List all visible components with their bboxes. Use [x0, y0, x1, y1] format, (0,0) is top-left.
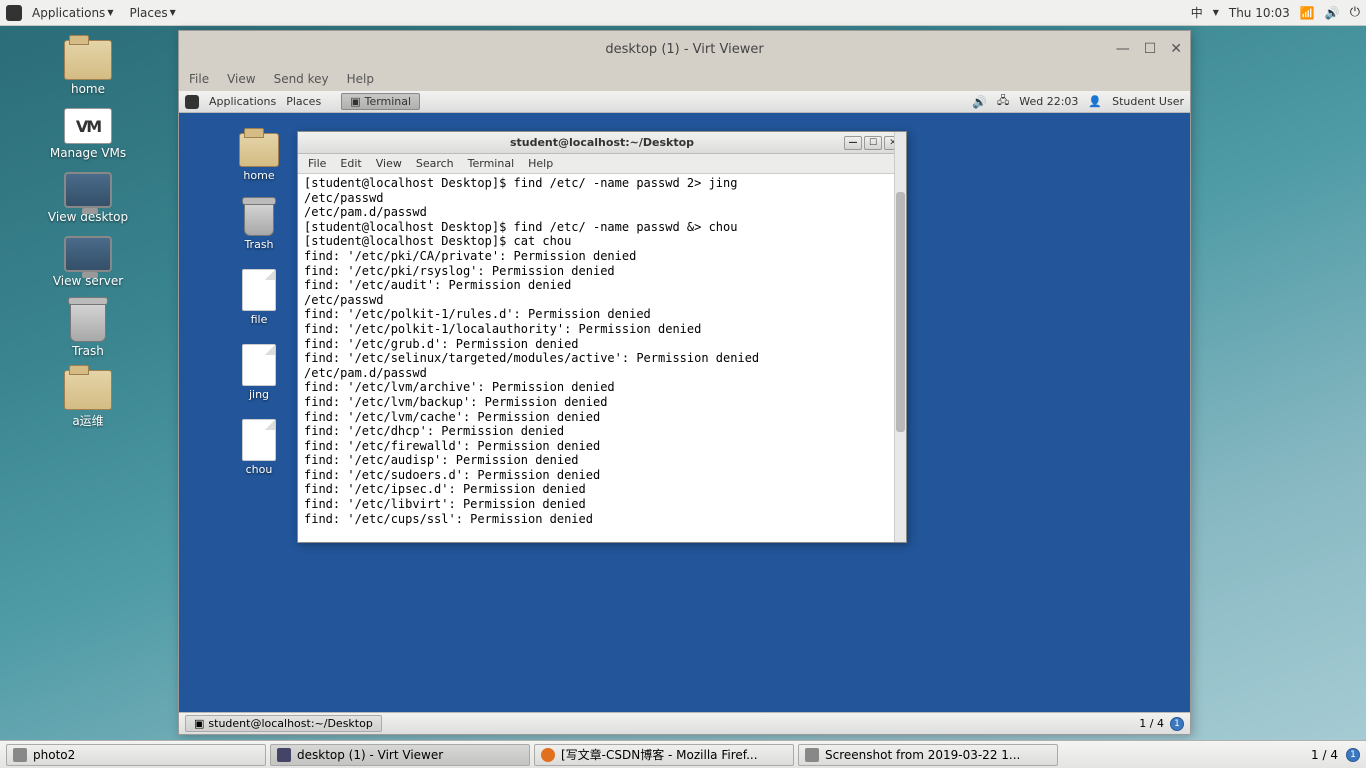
desktop-icon-manage-vms[interactable]: VMManage VMs — [40, 108, 136, 160]
terminal-title: student@localhost:~/Desktop — [510, 136, 694, 149]
terminal-titlebar[interactable]: student@localhost:~/Desktop — ☐ ✕ — [298, 132, 906, 154]
desktop-icon-trash[interactable]: Trash — [40, 300, 136, 358]
terminal-menu-help[interactable]: Help — [528, 157, 553, 170]
taskbar-firefox[interactable]: [写文章-CSDN博客 - Mozilla Firef... — [534, 744, 794, 766]
ime-indicator[interactable]: 中 — [1191, 4, 1203, 21]
monitor-icon — [277, 748, 291, 762]
menu-sendkey[interactable]: Send key — [274, 72, 329, 86]
terminal-icon: ▣ — [350, 95, 360, 108]
terminal-minimize-button[interactable]: — — [844, 136, 862, 150]
terminal-menu-view[interactable]: View — [376, 157, 402, 170]
applications-menu[interactable]: Applications ▼ — [26, 4, 119, 22]
inner-network-icon[interactable]: 🖧 — [997, 92, 1009, 111]
scrollbar-thumb[interactable] — [896, 192, 905, 432]
maximize-button[interactable]: ☐ — [1144, 41, 1157, 57]
inner-gnome-foot-icon — [185, 95, 199, 109]
inner-places-menu[interactable]: Places — [286, 95, 321, 108]
virt-viewer-window: desktop (1) - Virt Viewer — ☐ ✕ File Vie… — [178, 30, 1191, 735]
outer-top-bar: Applications ▼ Places ▼ 中▼ Thu 10:03 — [0, 0, 1366, 26]
desktop-icon-view-server[interactable]: View server — [40, 236, 136, 288]
terminal-icon: ▣ — [194, 717, 204, 730]
inner-clock[interactable]: Wed 22:03 — [1019, 95, 1078, 108]
virt-viewer-menubar: File View Send key Help — [179, 67, 1190, 91]
menu-view[interactable]: View — [227, 72, 255, 86]
inner-desktop-icon-home[interactable]: home — [227, 133, 291, 182]
desktop-icon-home[interactable]: home — [40, 40, 136, 96]
volume-icon[interactable] — [1325, 6, 1340, 20]
terminal-maximize-button[interactable]: ☐ — [864, 136, 882, 150]
inner-desktop-icon-jing[interactable]: jing — [227, 344, 291, 401]
inner-workspace-label: 1 / 4 — [1139, 717, 1164, 730]
inner-user-icon: 👤 — [1088, 95, 1102, 108]
menu-file[interactable]: File — [189, 72, 209, 86]
clock[interactable]: Thu 10:03 — [1229, 6, 1290, 20]
network-icon[interactable] — [1300, 6, 1315, 20]
inner-user-menu[interactable]: Student User — [1112, 95, 1184, 108]
terminal-menu-terminal[interactable]: Terminal — [468, 157, 515, 170]
terminal-menu-file[interactable]: File — [308, 157, 326, 170]
terminal-scrollbar[interactable] — [894, 132, 906, 542]
desktop-icon-ops-folder[interactable]: a运维 — [40, 370, 136, 429]
inner-desktop-icon-file[interactable]: file — [227, 269, 291, 326]
inner-desktop-icon-trash[interactable]: Trash — [227, 200, 291, 251]
image-icon — [805, 748, 819, 762]
menu-help[interactable]: Help — [347, 72, 374, 86]
outer-bottom-bar: photo2 desktop (1) - Virt Viewer [写文章-CS… — [0, 740, 1366, 768]
places-menu[interactable]: Places ▼ — [123, 4, 181, 22]
inner-workspace-switcher[interactable]: 1 — [1170, 717, 1184, 731]
inner-bottom-bar: ▣ student@localhost:~/Desktop 1 / 4 1 — [179, 712, 1190, 734]
minimize-button[interactable]: — — [1116, 41, 1130, 57]
image-viewer-icon — [13, 748, 27, 762]
outer-workspace-switcher[interactable]: 1 — [1346, 748, 1360, 762]
desktop-icon-view-desktop[interactable]: View desktop — [40, 172, 136, 224]
taskbar-screenshot[interactable]: Screenshot from 2019-03-22 1... — [798, 744, 1058, 766]
virt-viewer-titlebar[interactable]: desktop (1) - Virt Viewer — ☐ ✕ — [179, 31, 1190, 67]
taskbar-photo2[interactable]: photo2 — [6, 744, 266, 766]
terminal-menu-search[interactable]: Search — [416, 157, 454, 170]
inner-applications-menu[interactable]: Applications — [209, 95, 276, 108]
gnome-foot-icon — [6, 5, 22, 21]
terminal-window: student@localhost:~/Desktop — ☐ ✕ File E… — [297, 131, 907, 543]
inner-volume-icon[interactable] — [972, 95, 987, 109]
inner-desktop-icon-chou[interactable]: chou — [227, 419, 291, 476]
close-button[interactable]: ✕ — [1170, 41, 1182, 57]
outer-desktop-icons: home VMManage VMs View desktop View serv… — [40, 40, 136, 429]
taskbar-virt-viewer[interactable]: desktop (1) - Virt Viewer — [270, 744, 530, 766]
power-icon[interactable] — [1350, 5, 1360, 20]
terminal-menu-edit[interactable]: Edit — [340, 157, 361, 170]
firefox-icon — [541, 748, 555, 762]
terminal-output[interactable]: [student@localhost Desktop]$ find /etc/ … — [298, 174, 906, 542]
outer-workspace-label: 1 / 4 — [1311, 748, 1338, 762]
window-title: desktop (1) - Virt Viewer — [605, 42, 763, 57]
inner-top-bar: Applications Places ▣ Terminal 🖧 Wed 22:… — [179, 91, 1190, 113]
inner-window-list-terminal[interactable]: ▣ Terminal — [341, 93, 420, 110]
terminal-menubar: File Edit View Search Terminal Help — [298, 154, 906, 174]
inner-desktop[interactable]: home Trash file jing chou student@localh… — [179, 113, 1190, 712]
inner-taskbar-terminal[interactable]: ▣ student@localhost:~/Desktop — [185, 715, 382, 732]
virt-viewer-viewport[interactable]: Applications Places ▣ Terminal 🖧 Wed 22:… — [179, 91, 1190, 734]
